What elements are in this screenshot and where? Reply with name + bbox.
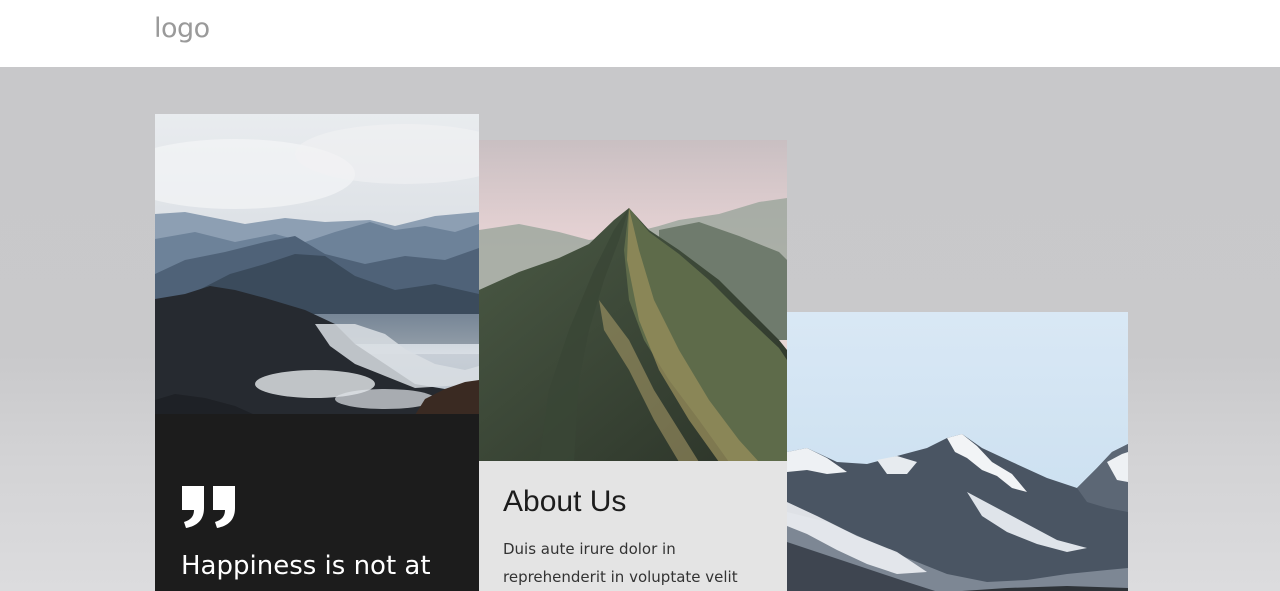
about-card: About Us Duis aute irure dolor in repreh… — [479, 461, 787, 591]
misty-mountain-image — [155, 114, 479, 415]
snowy-mountain-image — [787, 312, 1128, 591]
mountain-peak-image — [479, 140, 787, 462]
quote-text: Happiness is not at — [181, 551, 431, 581]
site-header: logo — [0, 0, 1280, 67]
quotation-mark-icon — [180, 484, 238, 533]
hero-section: Happiness is not at About Us Duis aute i… — [0, 67, 1280, 591]
logo[interactable]: logo — [154, 13, 210, 44]
about-title: About Us — [503, 485, 627, 518]
about-body-text: Duis aute irure dolor in reprehenderit i… — [503, 540, 738, 586]
quote-card: Happiness is not at — [155, 414, 479, 591]
